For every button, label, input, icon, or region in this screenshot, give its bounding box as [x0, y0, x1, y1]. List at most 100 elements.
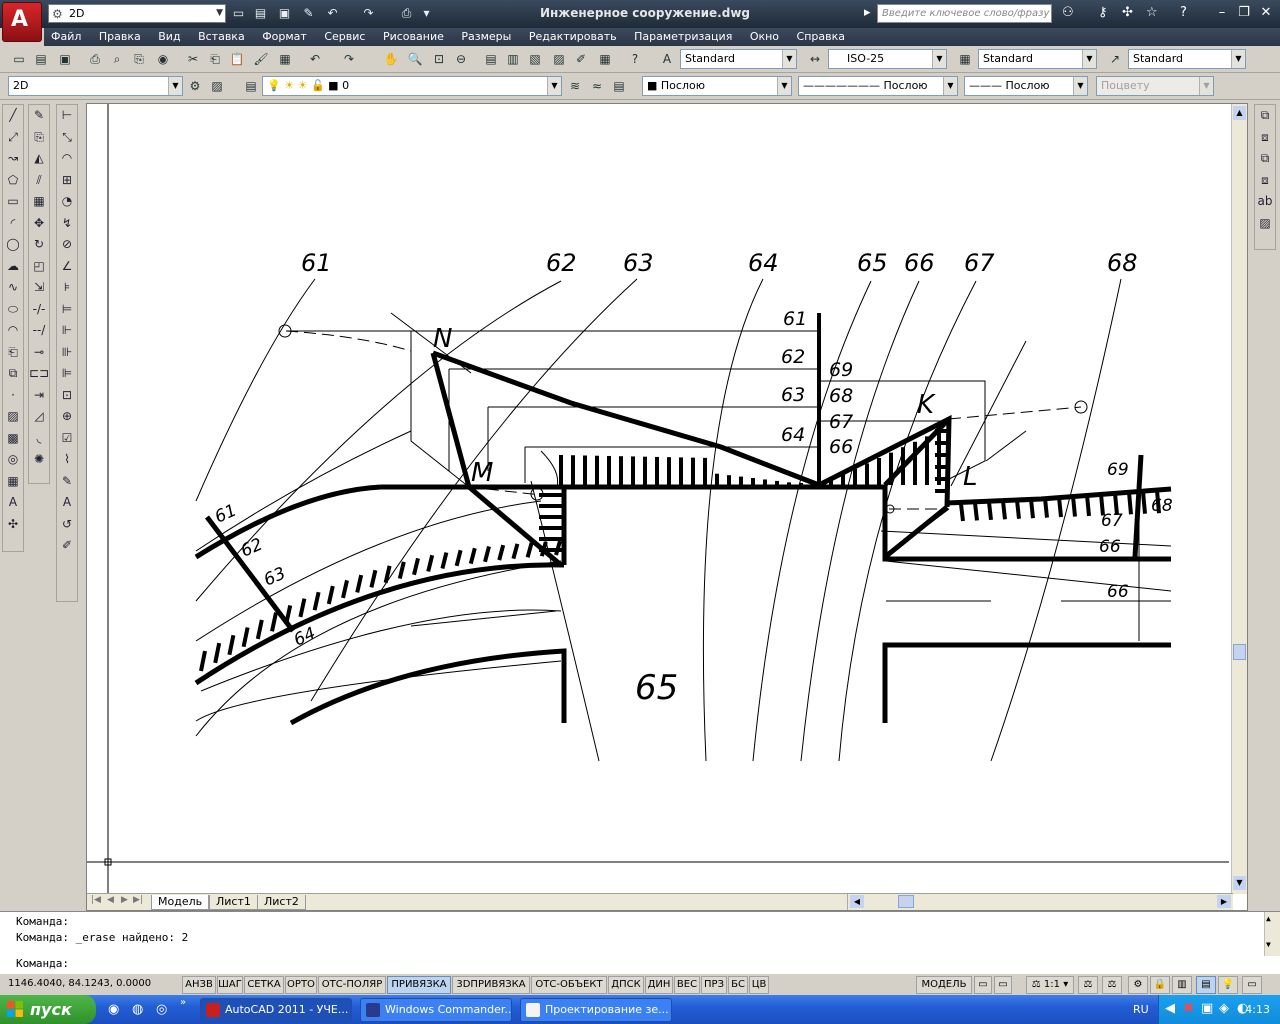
color-select[interactable]: ■ Послою ▼: [642, 76, 792, 96]
scroll-left-icon[interactable]: ◀: [850, 895, 864, 908]
annotation-scale-button[interactable]: ⚖ 1:1 ▾: [1026, 976, 1074, 994]
workspace-switch-icon[interactable]: ⚙: [1128, 976, 1148, 994]
menu-edit[interactable]: Правка: [92, 28, 148, 46]
layer-previous-icon[interactable]: ≈: [588, 77, 606, 95]
tab-layout2[interactable]: Лист2: [257, 895, 306, 910]
design-center-icon[interactable]: ▥: [504, 50, 522, 68]
bring-to-front-icon[interactable]: ⧉: [1255, 105, 1275, 127]
status-toggle-5[interactable]: ПРИВЯЗКА: [387, 976, 451, 994]
drawing-canvas[interactable]: 61 62 63 64 65 66 67 68 61 62 63 64 69 6…: [87, 104, 1232, 894]
copy-object-icon[interactable]: ⎘: [29, 127, 49, 149]
chrome-icon[interactable]: ◉: [108, 1002, 119, 1017]
layer-select[interactable]: 💡 ☀ ☀ 🔓 ■ 0 ▼: [262, 76, 562, 96]
annotation-visibility-icon[interactable]: ⚖: [1078, 976, 1098, 994]
ordinate-dimension-icon[interactable]: ⊞: [57, 170, 77, 192]
ellipse-arc-icon[interactable]: ◠: [3, 320, 23, 342]
revision-cloud-icon[interactable]: ☁: [3, 256, 23, 278]
media-player-icon[interactable]: ◎: [156, 1002, 167, 1017]
help-icon[interactable]: ?: [626, 50, 644, 68]
sheet-set-icon[interactable]: ▨: [550, 50, 568, 68]
inspection-icon[interactable]: ☑: [57, 428, 77, 450]
multiline-text-icon[interactable]: A: [3, 492, 23, 514]
jogged-dimension-icon[interactable]: ↯: [57, 213, 77, 235]
chamfer-icon[interactable]: ◿: [29, 406, 49, 428]
clean-screen-icon[interactable]: ▭: [1242, 976, 1262, 994]
taskbar-item[interactable]: Проектирование зе...: [520, 998, 672, 1022]
tab-prev-icon[interactable]: ◀: [107, 895, 114, 905]
hatch-to-back-icon[interactable]: ▨: [1255, 213, 1275, 235]
diameter-dimension-icon[interactable]: ⊘: [57, 234, 77, 256]
menu-modify[interactable]: Редактировать: [522, 28, 624, 46]
erase-icon[interactable]: ✎: [29, 105, 49, 127]
table-style-icon[interactable]: ▦: [956, 50, 974, 68]
circle-icon[interactable]: ◯: [3, 234, 23, 256]
text-style-select[interactable]: Standard ▼: [680, 49, 797, 69]
radius-dimension-icon[interactable]: ◔: [57, 191, 77, 213]
layer-properties-icon[interactable]: ▤: [242, 77, 260, 95]
horizontal-scrollbar[interactable]: ◀ ▶: [847, 894, 1233, 910]
calculator-icon[interactable]: ▦: [596, 50, 614, 68]
scroll-down-icon[interactable]: ▼: [1233, 876, 1246, 890]
dimension-style-icon[interactable]: ✐: [57, 535, 77, 557]
command-scrollbar[interactable]: ▲ ▼: [1264, 912, 1280, 956]
dim-style-icon[interactable]: ↔: [806, 50, 824, 68]
construction-line-icon[interactable]: ⤢: [3, 127, 23, 149]
help-search-input[interactable]: Введите ключевое слово/фразу: [877, 4, 1052, 23]
dimension-update-icon[interactable]: ↺: [57, 514, 77, 536]
baseline-dimension-icon[interactable]: ⊨: [57, 299, 77, 321]
arc-icon[interactable]: ◜: [3, 213, 23, 235]
open-folder-icon[interactable]: ▤: [252, 5, 269, 22]
save-icon[interactable]: ▣: [276, 5, 293, 22]
center-mark-icon[interactable]: ⊕: [57, 406, 77, 428]
status-toggle-8[interactable]: ДПСК: [608, 976, 644, 994]
vertical-scrollbar[interactable]: ▲ ▼: [1231, 104, 1247, 894]
add-selected-icon[interactable]: ✣: [3, 514, 23, 536]
restore-icon[interactable]: ❐: [1234, 4, 1254, 22]
taskbar-item[interactable]: Windows Commander...: [360, 998, 512, 1022]
status-toggle-0[interactable]: АНЗВ: [182, 976, 216, 994]
scroll-up-icon[interactable]: ▲: [1233, 106, 1246, 120]
text-to-front-icon[interactable]: ab: [1255, 191, 1275, 213]
jogged-linear-icon[interactable]: ⌇: [57, 449, 77, 471]
paste-icon[interactable]: 📋: [228, 50, 246, 68]
linetype-select[interactable]: ——————— Послою ▼: [798, 76, 958, 96]
rotate-icon[interactable]: ↻: [29, 234, 49, 256]
status-toggle-2[interactable]: СЕТКА: [244, 976, 284, 994]
lineweight-select[interactable]: ——— Послою ▼: [964, 76, 1088, 96]
markup-icon[interactable]: ✐: [572, 50, 590, 68]
status-toggle-13[interactable]: ЦВ: [749, 976, 769, 994]
tab-layout1[interactable]: Лист1: [209, 895, 258, 910]
new-icon[interactable]: ▭: [10, 50, 28, 68]
multileader-style-select[interactable]: Standard ▼: [1128, 49, 1246, 69]
model-space-button[interactable]: МОДЕЛЬ: [916, 976, 972, 994]
favorites-star-icon[interactable]: ☆: [1146, 5, 1158, 20]
polygon-icon[interactable]: ⬠: [3, 170, 23, 192]
autocad-tray-icon[interactable]: ▣: [1201, 1001, 1213, 1016]
dimension-space-icon[interactable]: ⊪: [57, 342, 77, 364]
break-icon[interactable]: ⊏⊐: [29, 363, 49, 385]
continue-dimension-icon[interactable]: ⊩: [57, 320, 77, 342]
explode-icon[interactable]: ✺: [29, 449, 49, 471]
minimize-icon[interactable]: –: [1212, 4, 1232, 22]
search-expand-icon[interactable]: ▸: [864, 5, 871, 20]
send-to-back-icon[interactable]: ⧈: [1255, 127, 1275, 149]
block-editor-icon[interactable]: ▦: [276, 50, 294, 68]
status-toggle-12[interactable]: БС: [728, 976, 748, 994]
key-icon[interactable]: ⚷: [1098, 5, 1108, 20]
open-icon[interactable]: ▤: [32, 50, 50, 68]
dimension-break-icon[interactable]: ⊫: [57, 363, 77, 385]
isolate-objects-icon[interactable]: ▤: [1196, 976, 1216, 994]
tab-first-icon[interactable]: |◀: [91, 895, 101, 905]
hatch-icon[interactable]: ▨: [3, 406, 23, 428]
menu-view[interactable]: Вид: [151, 28, 187, 46]
menu-tools[interactable]: Сервис: [317, 28, 372, 46]
plot-icon[interactable]: ⎙: [86, 50, 104, 68]
hardware-acceleration-icon[interactable]: ▥: [1172, 976, 1192, 994]
save-as-icon[interactable]: ✎: [300, 5, 317, 22]
status-toggle-6[interactable]: 3DПРИВЯЗКА: [452, 976, 530, 994]
antivirus-icon[interactable]: ◈: [1219, 1001, 1229, 1016]
layer-state-icon[interactable]: ▤: [610, 77, 628, 95]
line-icon[interactable]: ╱: [3, 105, 23, 127]
binoculars-icon[interactable]: ⚇: [1062, 5, 1074, 20]
menu-format[interactable]: Формат: [255, 28, 314, 46]
